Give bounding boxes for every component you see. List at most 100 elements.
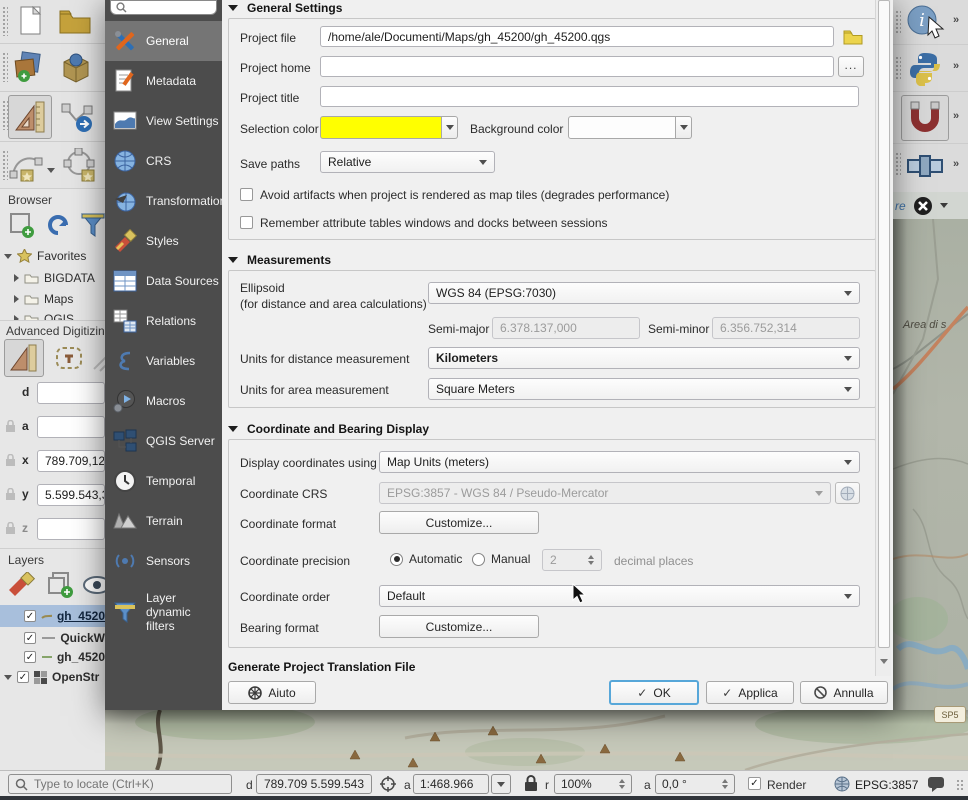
- toolbar-handle[interactable]: [895, 10, 901, 34]
- messages-icon[interactable]: [927, 776, 945, 792]
- layer-checkbox[interactable]: ✓: [24, 610, 36, 622]
- layer-row[interactable]: ✓ QuickW: [0, 629, 105, 647]
- project-title-text[interactable]: [328, 90, 851, 104]
- coordinate-format-customize-button[interactable]: Customize...: [379, 511, 539, 534]
- sidebar-item-general[interactable]: General: [105, 21, 222, 61]
- toolbar-overflow-icon[interactable]: »: [953, 158, 959, 170]
- python-console-button[interactable]: [903, 47, 947, 89]
- project-home-browse-button[interactable]: ...: [838, 56, 864, 77]
- advanced-digitizing-toggle-button[interactable]: [8, 95, 52, 139]
- selection-color-swatch[interactable]: [320, 116, 442, 139]
- sidebar-item-styles[interactable]: Styles: [105, 221, 222, 261]
- coordinate-crs-combobox[interactable]: EPSG:3857 - WGS 84 / Pseudo-Mercator: [379, 482, 831, 504]
- locate-input[interactable]: [34, 777, 214, 791]
- cancel-button[interactable]: Annulla: [800, 681, 888, 704]
- coordinate-display-header[interactable]: Coordinate and Bearing Display: [228, 421, 429, 437]
- browser-add-button[interactable]: [6, 209, 38, 241]
- sidebar-item-metadata[interactable]: Metadata: [105, 61, 222, 101]
- distance-units-combobox[interactable]: Kilometers: [428, 347, 860, 369]
- add-group-button[interactable]: [44, 569, 78, 601]
- project-file-text[interactable]: [328, 30, 826, 44]
- add-raster-layer-button[interactable]: [8, 46, 50, 88]
- lock-icon[interactable]: [5, 420, 16, 433]
- browser-filter-button[interactable]: [78, 209, 105, 241]
- add-mesh-layer-button[interactable]: [54, 46, 98, 88]
- bearing-format-customize-button[interactable]: Customize...: [379, 615, 539, 638]
- extent-tracking-button[interactable]: [378, 774, 398, 794]
- toolbar-overflow-icon[interactable]: »: [953, 14, 959, 26]
- background-color-swatch[interactable]: [568, 116, 676, 139]
- digitizing-y-input[interactable]: 5.599.543,3: [37, 484, 105, 506]
- sidebar-item-sensors[interactable]: Sensors: [105, 541, 222, 581]
- precision-automatic-radio[interactable]: Automatic: [390, 552, 462, 566]
- sidebar-item-layer-dynamic-filters[interactable]: Layer dynamic filters: [105, 581, 222, 643]
- parallel-tool-button[interactable]: [92, 339, 105, 377]
- sidebar-item-crs[interactable]: CRS: [105, 141, 222, 181]
- toolbar-overflow-icon[interactable]: »: [953, 110, 959, 122]
- layer-checkbox[interactable]: ✓: [24, 651, 36, 663]
- save-paths-combobox[interactable]: Relative: [320, 151, 495, 173]
- browser-item-maps[interactable]: Maps: [14, 292, 73, 306]
- expand-icon[interactable]: [4, 675, 12, 680]
- browser-item-bigdata[interactable]: BIGDATA: [14, 271, 95, 285]
- circle-digitizing-button[interactable]: [58, 144, 100, 186]
- expand-icon[interactable]: [14, 274, 19, 282]
- select-crs-button[interactable]: [835, 482, 860, 504]
- layer-row[interactable]: ✓ OpenStr: [0, 667, 105, 687]
- spinner-arrows-icon[interactable]: [619, 779, 625, 789]
- display-coordinates-combobox[interactable]: Map Units (meters): [379, 451, 860, 473]
- project-home-text[interactable]: [328, 60, 826, 74]
- precision-spinbox[interactable]: 2: [542, 549, 602, 571]
- measurements-header[interactable]: Measurements: [228, 252, 331, 268]
- digitizing-z-input[interactable]: [37, 518, 105, 540]
- sidebar-item-view-settings[interactable]: View Settings: [105, 101, 222, 141]
- digitizing-a-input[interactable]: [37, 416, 105, 438]
- render-checkbox[interactable]: ✓: [748, 777, 761, 790]
- crs-status-badge[interactable]: EPSG:3857: [855, 778, 918, 792]
- new-project-button[interactable]: [12, 2, 50, 40]
- area-units-combobox[interactable]: Square Meters: [428, 378, 860, 400]
- toolbar-handle[interactable]: [895, 56, 901, 80]
- close-icon[interactable]: [913, 196, 933, 216]
- browser-item-qgis[interactable]: QGIS...: [14, 312, 84, 320]
- background-color-dropdown[interactable]: [676, 116, 692, 139]
- layer-styling-button[interactable]: [4, 569, 38, 601]
- help-button[interactable]: Aiuto: [228, 681, 316, 704]
- layer-row-selected[interactable]: ✓ gh_4520: [0, 605, 105, 627]
- map-themes-button[interactable]: [82, 569, 105, 601]
- map-canvas-bottom[interactable]: [105, 710, 968, 770]
- semi-major-input[interactable]: 6.378.137,000: [492, 317, 640, 339]
- toolbar-handle[interactable]: [2, 6, 8, 36]
- scale-box[interactable]: 1:468.966: [413, 774, 489, 794]
- sidebar-search-box[interactable]: [110, 0, 217, 15]
- expand-icon[interactable]: [14, 295, 19, 303]
- avoid-artifacts-checkbox[interactable]: [240, 188, 253, 201]
- sidebar-item-relations[interactable]: Relations: [105, 301, 222, 341]
- translation-header[interactable]: Generate Project Translation File: [228, 659, 415, 675]
- chevron-down-icon[interactable]: [940, 203, 948, 208]
- general-settings-header[interactable]: General Settings: [228, 0, 342, 16]
- project-title-input[interactable]: [320, 86, 859, 107]
- layer-row[interactable]: ✓ gh_4520: [0, 648, 105, 666]
- resize-grip[interactable]: [956, 779, 964, 791]
- expand-icon[interactable]: [4, 254, 12, 259]
- sidebar-item-data-sources[interactable]: Data Sources: [105, 261, 222, 301]
- remember-tables-checkbox[interactable]: [240, 216, 253, 229]
- toolbar-handle[interactable]: [895, 152, 901, 176]
- sidebar-item-variables[interactable]: Variables: [105, 341, 222, 381]
- ok-button[interactable]: ✓ OK: [609, 680, 699, 705]
- project-file-input[interactable]: [320, 26, 834, 47]
- lock-icon[interactable]: [524, 775, 538, 792]
- selection-color-dropdown[interactable]: [442, 116, 458, 139]
- curve-digitizing-button[interactable]: [6, 144, 46, 186]
- coordinate-box[interactable]: 789.709 5.599.543: [256, 774, 372, 794]
- apply-button[interactable]: ✓ Applica: [706, 681, 794, 704]
- sidebar-item-qgis-server[interactable]: QGIS Server: [105, 421, 222, 461]
- project-home-input[interactable]: [320, 56, 834, 77]
- snapping-toggle-button[interactable]: [901, 95, 949, 141]
- map-canvas-right[interactable]: Area di s: [893, 219, 968, 710]
- scale-dropdown[interactable]: [491, 774, 511, 794]
- ellipsoid-combobox[interactable]: WGS 84 (EPSG:7030): [428, 282, 860, 304]
- spinner-arrows-icon[interactable]: [588, 555, 594, 565]
- sidebar-item-transformations[interactable]: Transformations: [105, 181, 222, 221]
